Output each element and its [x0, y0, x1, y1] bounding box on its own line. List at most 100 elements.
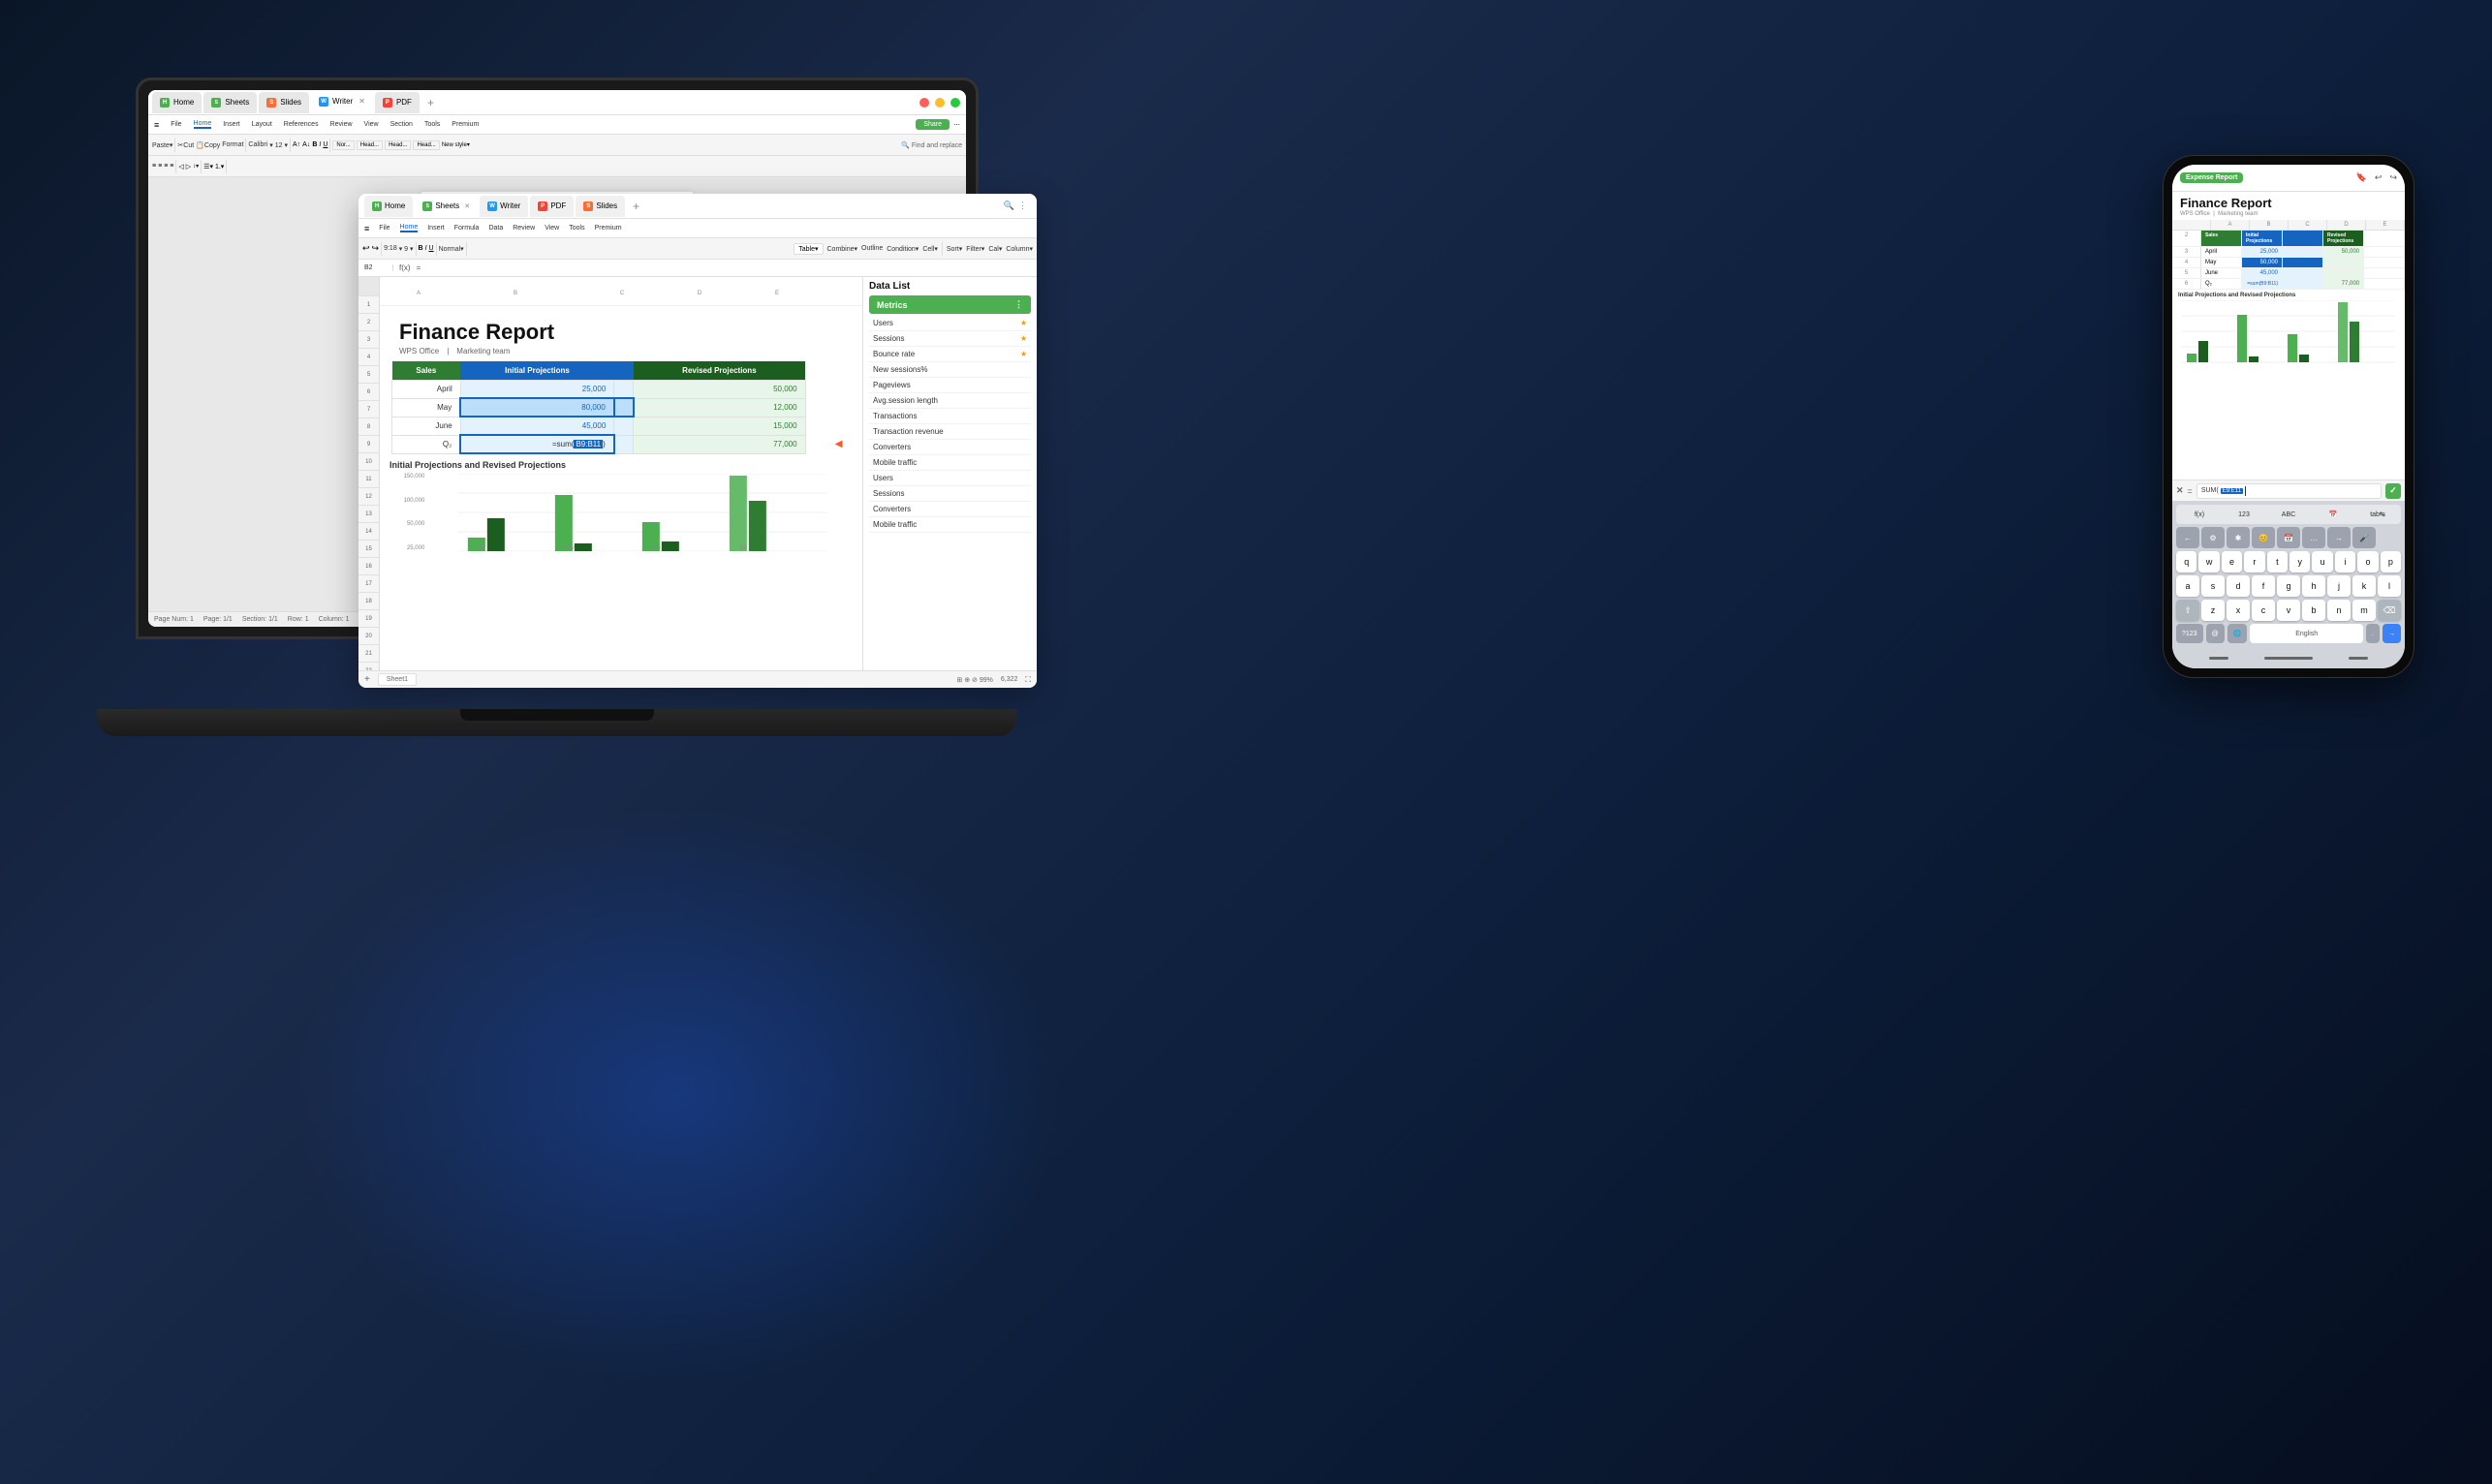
condition-button[interactable]: Condition▾: [887, 245, 919, 253]
phone-june-label[interactable]: June: [2201, 268, 2242, 278]
phone-redo-icon[interactable]: ↪: [2389, 172, 2397, 183]
numbering[interactable]: 1.▾: [215, 163, 224, 170]
style-normal[interactable]: Nor...: [332, 140, 354, 150]
format-icon[interactable]: Format: [222, 141, 243, 148]
metric-users-2[interactable]: Users: [869, 471, 1031, 486]
phone-q2-formula[interactable]: =sum(B9:B11): [2242, 279, 2283, 289]
phone-nav-back[interactable]: [2209, 657, 2228, 660]
new-sheet-tab[interactable]: +: [627, 200, 645, 213]
fullscreen-icon[interactable]: ⛶: [1025, 675, 1031, 685]
kb-period[interactable]: .: [2366, 624, 2380, 643]
s-redo[interactable]: ↪: [372, 243, 380, 254]
kb-i[interactable]: i: [2335, 551, 2355, 572]
kb-z[interactable]: z: [2201, 600, 2225, 621]
sort-button[interactable]: Sort▾: [947, 245, 962, 253]
phone-nav-home[interactable]: [2264, 657, 2313, 660]
phone-may-revised[interactable]: [2323, 258, 2364, 267]
sheets-menu-formula[interactable]: Formula: [454, 225, 480, 232]
cal-button[interactable]: Cal▾: [988, 245, 1002, 253]
underline-button[interactable]: U: [323, 141, 327, 148]
sheets-menu-home[interactable]: Home: [400, 224, 419, 232]
s-font[interactable]: 9:18: [384, 245, 397, 252]
cell-april-revised[interactable]: 50,000: [634, 381, 805, 399]
bold-button[interactable]: B: [312, 141, 317, 148]
metric-mobile-2[interactable]: Mobile traffic: [869, 517, 1031, 533]
phone-june-revised[interactable]: [2323, 268, 2364, 278]
kb-func-tab[interactable]: tab↹: [2358, 510, 2397, 518]
kb-gear[interactable]: ⚙: [2201, 527, 2225, 548]
style-head3[interactable]: Head...: [413, 140, 439, 150]
new-tab-button[interactable]: +: [421, 96, 440, 109]
kb-g[interactable]: g: [2277, 575, 2300, 597]
combine-button[interactable]: Combine▾: [827, 245, 858, 253]
sheets-menu-premium[interactable]: Premium: [595, 225, 622, 232]
sheets-tab-home[interactable]: H Home: [364, 196, 413, 217]
sheet-add-button[interactable]: +: [364, 674, 370, 685]
shrink-font[interactable]: A↓: [302, 141, 310, 148]
sheets-menu-view[interactable]: View: [545, 225, 559, 232]
sheets-menu-hamburger[interactable]: ≡: [364, 224, 369, 233]
menu-references[interactable]: References: [284, 121, 319, 128]
kb-b[interactable]: b: [2302, 600, 2325, 621]
kb-space[interactable]: English: [2250, 624, 2363, 643]
metric-converters-2[interactable]: Converters: [869, 502, 1031, 517]
cell-reference[interactable]: B2: [364, 264, 393, 271]
metric-avg-session[interactable]: Avg.session length: [869, 393, 1031, 409]
metric-converters[interactable]: Converters: [869, 440, 1031, 455]
kb-l[interactable]: l: [2378, 575, 2401, 597]
share-button[interactable]: Share: [916, 119, 950, 130]
phone-q2-revised[interactable]: 77,000: [2323, 279, 2364, 289]
kb-more1[interactable]: …: [2302, 527, 2325, 548]
copy-icon[interactable]: 📋Copy: [196, 141, 220, 149]
expense-report-badge[interactable]: Expense Report: [2180, 172, 2243, 183]
outline-button[interactable]: Outline: [861, 245, 883, 252]
italic-button[interactable]: I: [319, 141, 321, 148]
menu-layout[interactable]: Layout: [252, 121, 272, 128]
kb-m[interactable]: m: [2352, 600, 2376, 621]
s-underline[interactable]: U: [429, 245, 434, 252]
kb-t[interactable]: t: [2267, 551, 2288, 572]
column-button[interactable]: Column▾: [1006, 245, 1033, 253]
cell-may-label[interactable]: May: [392, 398, 461, 417]
sheets-close[interactable]: ✕: [464, 202, 470, 210]
metric-tx-revenue[interactable]: Transaction revenue: [869, 424, 1031, 440]
kb-enter[interactable]: →: [2383, 624, 2401, 643]
sheets-menu-tools[interactable]: Tools: [569, 225, 584, 232]
font-selector[interactable]: Calibri: [248, 141, 267, 148]
cell-may-revised[interactable]: 12,000: [634, 398, 805, 417]
phone-april-label[interactable]: April: [2201, 247, 2242, 257]
kb-mic[interactable]: 🎤: [2352, 527, 2376, 548]
kb-j[interactable]: j: [2327, 575, 2351, 597]
formula-x-button[interactable]: ✕: [2176, 485, 2184, 496]
tab-writer[interactable]: W Writer ✕: [311, 92, 373, 113]
sheet1-tab[interactable]: Sheet1: [378, 673, 417, 686]
kb-w[interactable]: w: [2198, 551, 2219, 572]
sheets-more[interactable]: ⋮: [1014, 201, 1031, 211]
cell-april-label[interactable]: April: [392, 381, 461, 399]
cut-icon[interactable]: ✂Cut: [177, 141, 194, 149]
kb-calendar[interactable]: 📅: [2277, 527, 2300, 548]
menu-tools[interactable]: Tools: [424, 121, 440, 128]
s-bold[interactable]: B: [419, 245, 423, 252]
kb-func-123[interactable]: 123: [2225, 511, 2263, 518]
align-right[interactable]: ≡: [164, 163, 168, 170]
kb-globe[interactable]: 🌐: [2227, 624, 2248, 643]
menu-view[interactable]: View: [364, 121, 379, 128]
sheets-search[interactable]: 🔍: [1004, 201, 1014, 211]
kb-n[interactable]: n: [2327, 600, 2351, 621]
kb-a[interactable]: a: [2176, 575, 2199, 597]
kb-y[interactable]: y: [2290, 551, 2310, 572]
tab-pdf[interactable]: P PDF: [375, 92, 420, 113]
phone-nav-recent[interactable]: [2349, 657, 2368, 660]
cell-q2-revised[interactable]: 77,000: [634, 435, 805, 453]
kb-p[interactable]: p: [2381, 551, 2401, 572]
kb-shift[interactable]: ⇧: [2176, 600, 2199, 621]
kb-cursor[interactable]: ✱: [2227, 527, 2250, 548]
kb-right-arrow[interactable]: →: [2327, 527, 2351, 548]
tab-sheets[interactable]: S Sheets: [203, 92, 257, 113]
phone-bookmark-icon[interactable]: 🔖: [2356, 172, 2367, 183]
sheets-menu-insert[interactable]: Insert: [427, 225, 445, 232]
phone-april-revised[interactable]: 50,000: [2323, 247, 2364, 257]
menu-premium[interactable]: Premium: [452, 121, 479, 128]
cell-button[interactable]: Cell▾: [922, 245, 938, 253]
